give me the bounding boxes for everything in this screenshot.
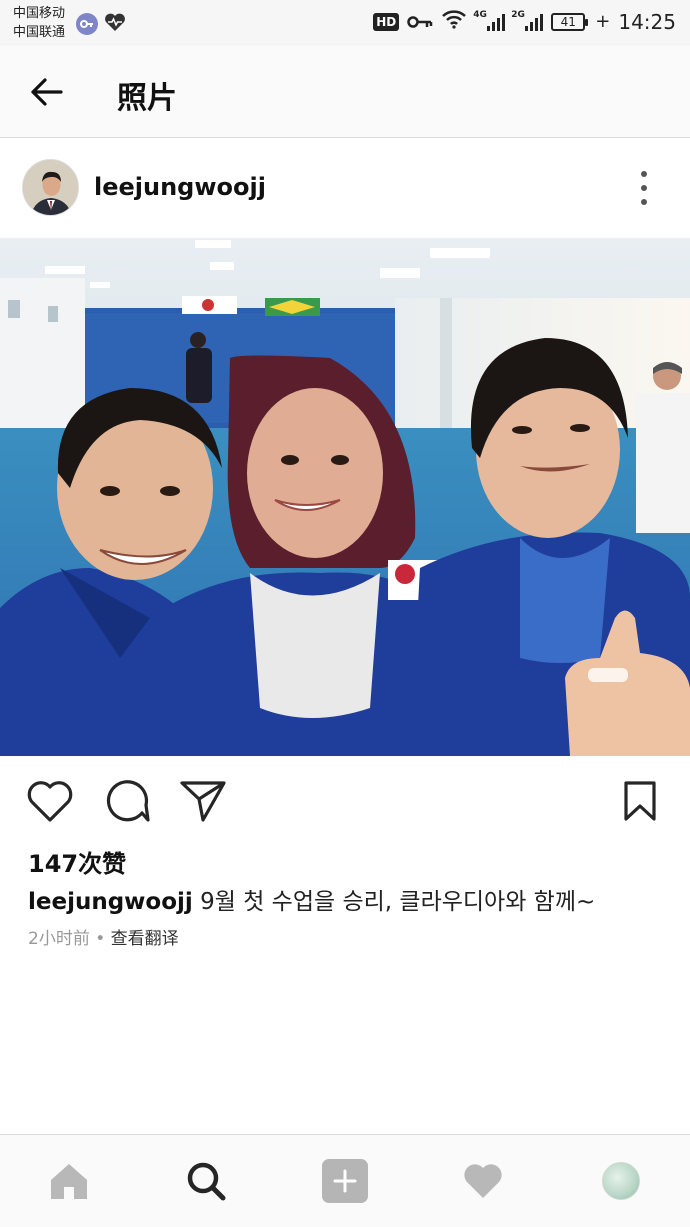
like-count[interactable]: 147次赞 [28, 844, 126, 879]
net-4g-label: 4G [473, 9, 487, 20]
meta-separator: • [89, 929, 111, 949]
comment-icon [106, 780, 150, 822]
bottom-navigation [0, 1134, 690, 1227]
vpn-key-icon [76, 13, 98, 35]
post-username[interactable]: leejungwoojj [94, 173, 266, 201]
nav-activity[interactable] [457, 1155, 509, 1207]
health-heart-icon [104, 12, 126, 36]
post-photo[interactable] [0, 238, 690, 756]
carrier-labels: 中国移动 中国联通 [13, 4, 65, 42]
status-bar: 中国移动 中国联通 HD 4G 2G 41 + 14:25 [0, 0, 690, 46]
battery-icon: 41 [551, 12, 589, 31]
nav-profile[interactable] [595, 1155, 647, 1207]
charging-plus-icon: + [595, 11, 611, 32]
nav-search[interactable] [180, 1155, 232, 1207]
top-app-bar: 照片 [0, 46, 690, 138]
home-icon [51, 1164, 87, 1199]
bookmark-icon [624, 781, 656, 821]
heart-outline-icon [27, 781, 73, 822]
nav-home[interactable] [43, 1155, 95, 1207]
search-icon [187, 1162, 226, 1201]
signal-4g-icon: 4G [473, 9, 506, 31]
clock: 14:25 [618, 9, 676, 34]
net-2g-label: 2G [511, 9, 525, 20]
key-icon [407, 10, 433, 34]
profile-avatar [602, 1162, 640, 1200]
caption-username[interactable]: leejungwoojj [28, 889, 193, 915]
nav-add-post[interactable] [319, 1155, 371, 1207]
user-avatar[interactable] [22, 159, 79, 216]
more-options-button[interactable] [630, 168, 658, 208]
see-translation-link[interactable]: 查看翻译 [111, 929, 179, 949]
share-button[interactable] [178, 776, 228, 826]
activity-heart-icon [464, 1164, 502, 1198]
comment-button[interactable] [102, 776, 152, 826]
back-button[interactable] [22, 72, 70, 112]
post-meta: 2小时前 • 查看翻译 [28, 924, 179, 949]
like-button[interactable] [25, 776, 75, 826]
hd-badge: HD [373, 12, 400, 31]
send-icon [180, 781, 226, 822]
page-title: 照片 [117, 81, 177, 116]
post-timestamp: 2小时前 [28, 929, 90, 949]
post-actions [0, 770, 690, 830]
more-vertical-icon [641, 171, 647, 177]
signal-2g-icon: 2G [511, 9, 544, 31]
carrier-2: 中国联通 [13, 25, 66, 40]
add-post-icon [322, 1159, 368, 1203]
wifi-icon [441, 9, 467, 34]
arrow-left-icon [31, 78, 63, 106]
status-left-icons [76, 12, 126, 36]
save-button[interactable] [615, 776, 665, 826]
caption-text: 9월 첫 수업을 승리, 클라우디아와 함께~ [192, 889, 596, 915]
post-header: leejungwoojj [0, 140, 690, 238]
status-right-icons: HD 4G 2G 41 + 14:25 [373, 9, 676, 34]
carrier-1: 中国移动 [13, 6, 66, 21]
post-caption: leejungwoojj 9월 첫 수업을 승리, 클라우디아와 함께~ [28, 882, 595, 916]
